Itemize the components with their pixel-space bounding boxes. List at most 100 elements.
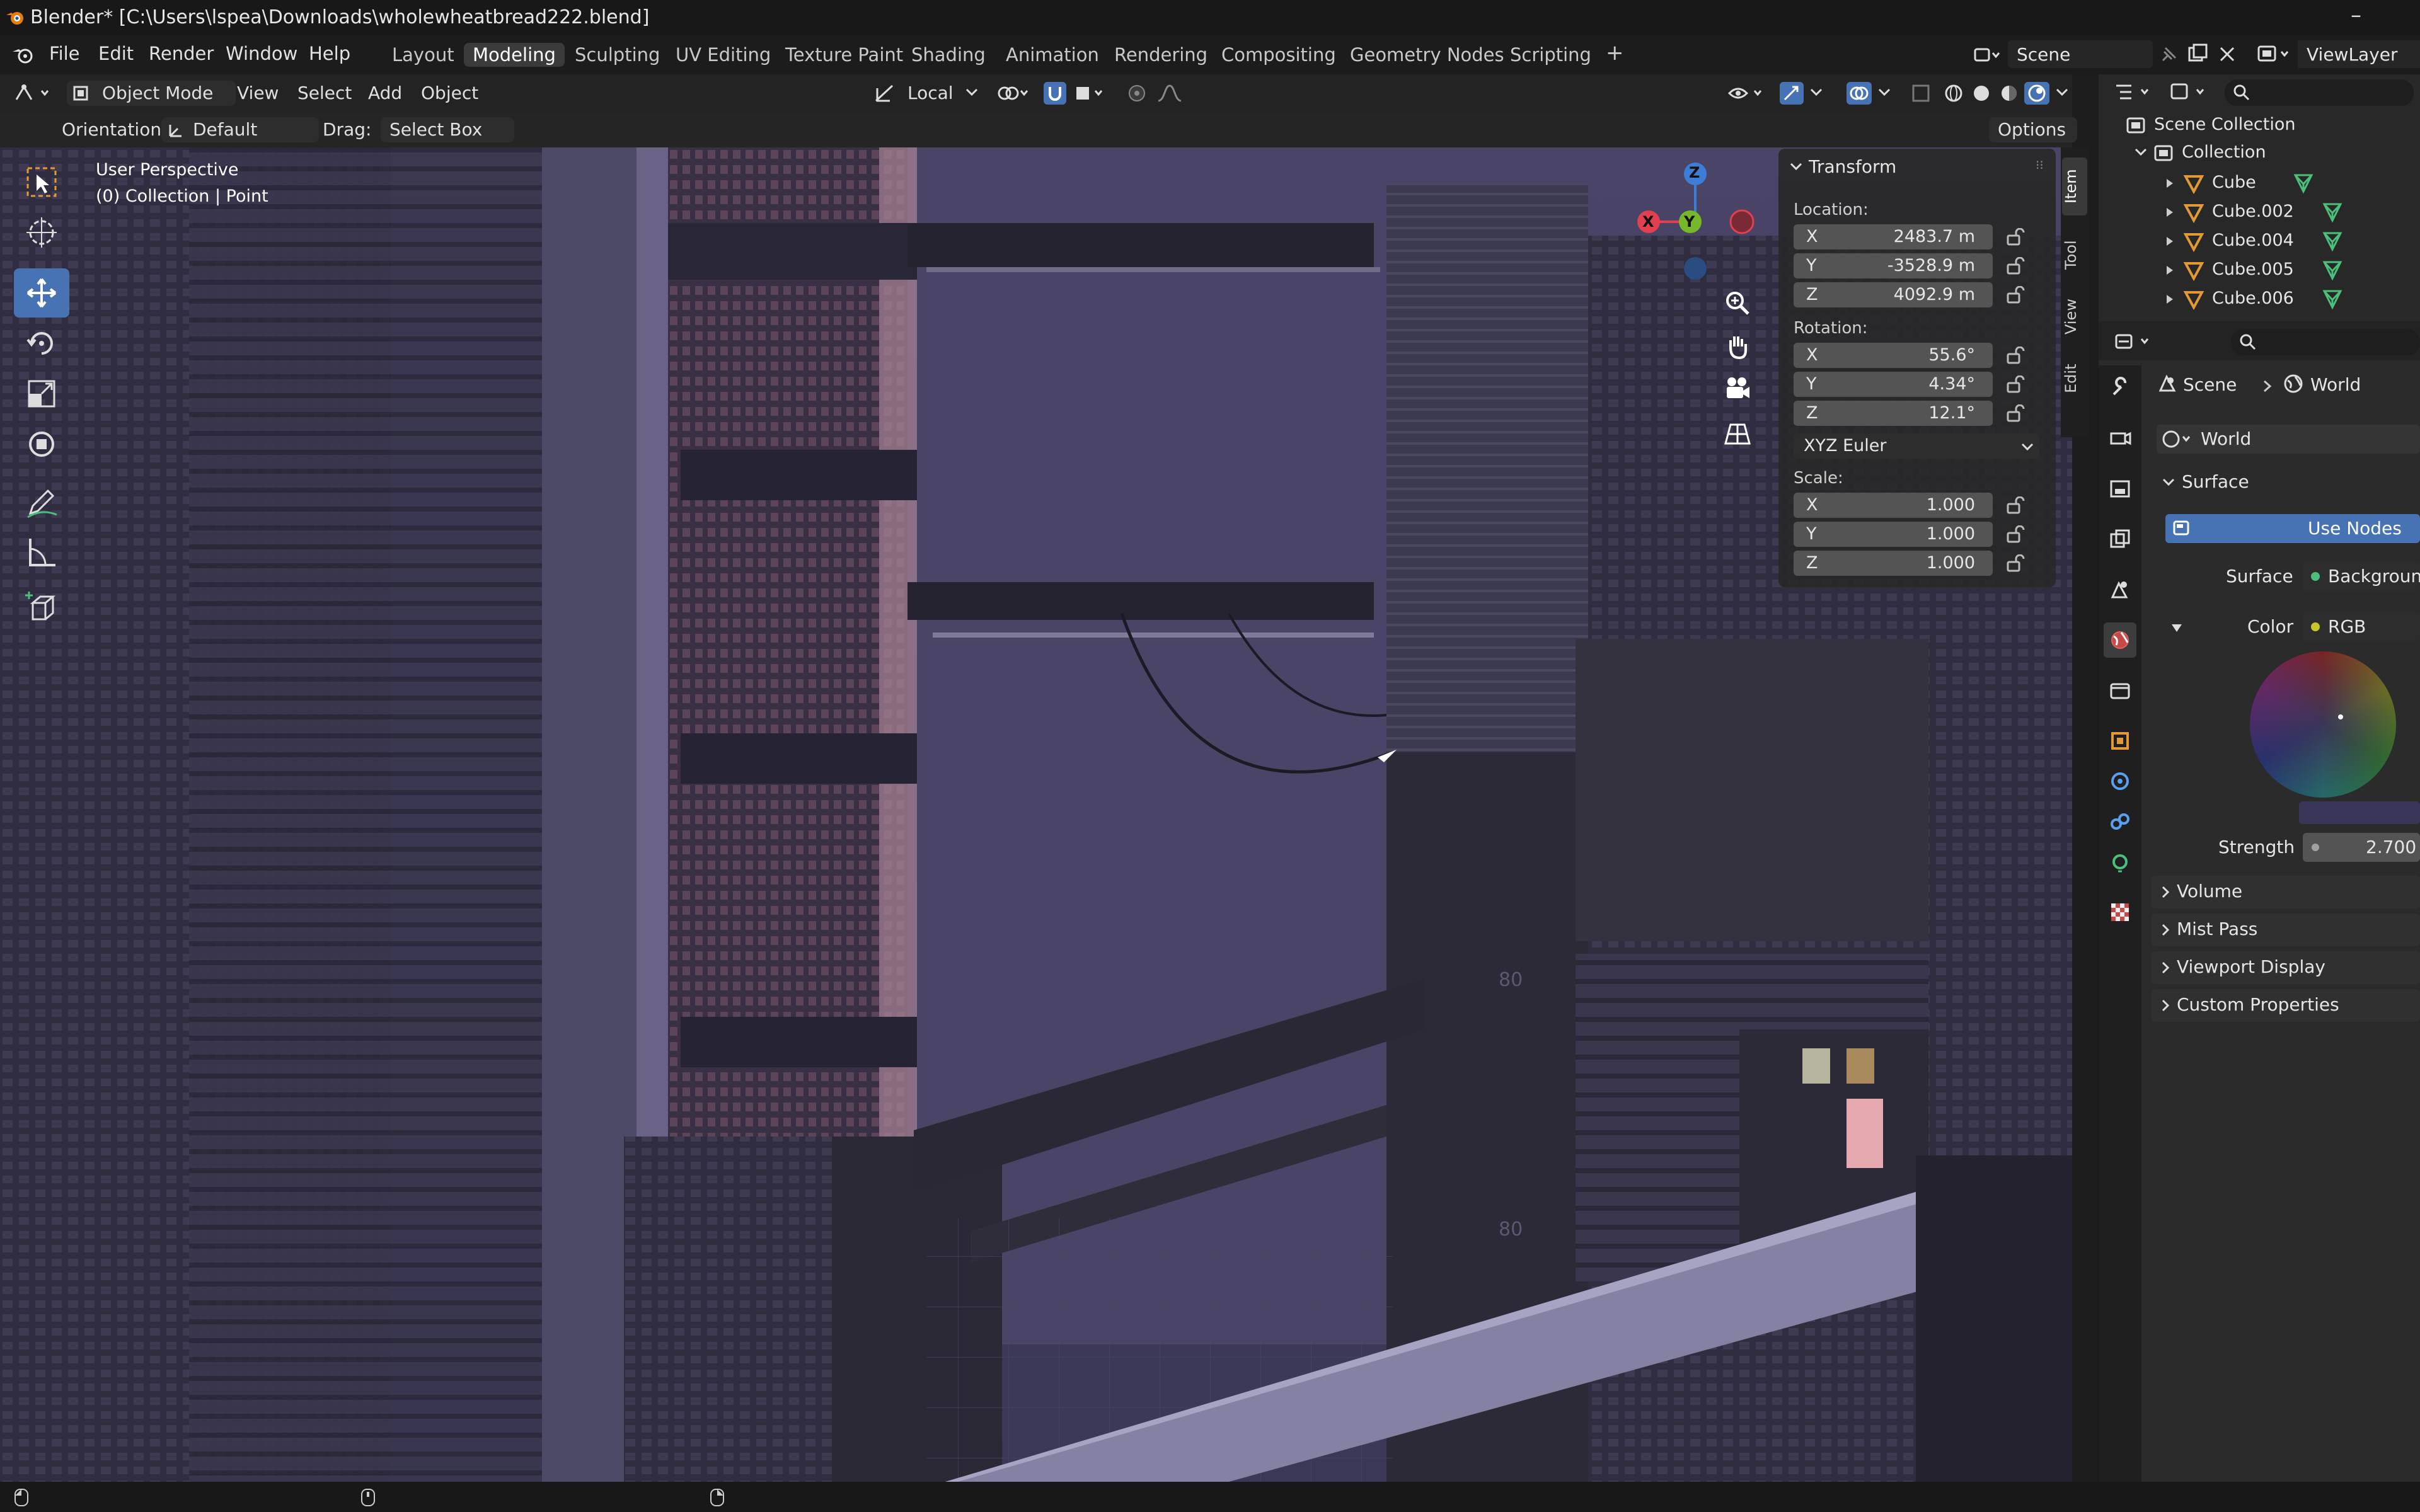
navigation-gizmo[interactable]: Z Y X bbox=[1626, 155, 1765, 300]
3d-viewport[interactable]: 80 80 bbox=[0, 147, 2072, 1482]
scale-x-field[interactable]: X 1.000 bbox=[1794, 493, 1993, 518]
color-value-slider[interactable] bbox=[2299, 801, 2420, 824]
visibility-eye-icon[interactable] bbox=[1727, 82, 1767, 105]
display-mode-icon[interactable] bbox=[2168, 81, 2212, 103]
expand-arrow-icon[interactable] bbox=[2170, 622, 2183, 634]
color-wheel[interactable] bbox=[2250, 651, 2396, 798]
solid-shading-icon[interactable] bbox=[1970, 82, 1993, 105]
snap-toggle[interactable] bbox=[1044, 82, 1066, 105]
panel-collapse-icon[interactable] bbox=[1789, 160, 1804, 174]
panel-collapse-icon[interactable] bbox=[2162, 476, 2175, 489]
constraints-tab-icon[interactable] bbox=[2109, 810, 2131, 833]
mode-dropdown[interactable]: Object Mode bbox=[67, 81, 236, 106]
tab-uv-editing[interactable]: UV Editing bbox=[667, 43, 780, 67]
cursor-tool[interactable] bbox=[14, 208, 69, 257]
physics-tab-icon[interactable] bbox=[2109, 770, 2131, 793]
location-y-field[interactable]: Y -3528.9 m bbox=[1794, 253, 1993, 278]
object-tab-icon[interactable] bbox=[2109, 730, 2131, 752]
scene-selector-icon[interactable] bbox=[1973, 44, 2002, 66]
add-workspace-button[interactable]: + bbox=[1597, 39, 1633, 67]
drag-handle-icon[interactable]: ⁝⁝ bbox=[2036, 158, 2044, 173]
scale-y-field[interactable]: Y 1.000 bbox=[1794, 522, 1993, 547]
zoom-icon[interactable] bbox=[1723, 289, 1752, 318]
output-tab-icon[interactable] bbox=[2109, 478, 2131, 500]
tab-compositing[interactable]: Compositing bbox=[1213, 43, 1345, 67]
object-data-tab-icon[interactable] bbox=[2109, 852, 2131, 874]
outliner-row[interactable]: Cube.005 bbox=[2099, 256, 2420, 285]
tab-sculpting[interactable]: Sculpting bbox=[566, 43, 669, 67]
menu-select[interactable]: Select bbox=[297, 81, 352, 106]
drag-dropdown[interactable]: Select Box bbox=[381, 117, 514, 142]
hand-pan-icon[interactable] bbox=[1723, 331, 1752, 360]
material-preview-icon[interactable] bbox=[1998, 82, 2020, 105]
scale-tool[interactable] bbox=[14, 369, 69, 418]
menu-render[interactable]: Render bbox=[149, 43, 214, 64]
falloff-curve-icon[interactable] bbox=[1156, 82, 1191, 105]
custom-properties-panel[interactable]: Custom Properties bbox=[2152, 989, 2420, 1022]
select-box-tool[interactable] bbox=[14, 158, 69, 207]
tab-layout[interactable]: Layout bbox=[383, 43, 463, 67]
surface-shader-dropdown[interactable]: Background bbox=[2303, 562, 2420, 591]
use-nodes-button[interactable]: Use Nodes bbox=[2165, 514, 2420, 543]
collection-tab-icon[interactable] bbox=[2109, 679, 2131, 702]
tab-modeling[interactable]: Modeling bbox=[464, 43, 565, 67]
scene-tab-icon[interactable] bbox=[2109, 578, 2131, 601]
expand-arrow-icon[interactable] bbox=[2164, 205, 2175, 219]
annotate-tool[interactable] bbox=[14, 478, 69, 527]
tab-rendering[interactable]: Rendering bbox=[1105, 43, 1216, 67]
expand-chevron-icon[interactable] bbox=[2134, 146, 2148, 159]
editor-type-icon[interactable] bbox=[13, 82, 57, 105]
tab-view[interactable]: View bbox=[2062, 290, 2087, 344]
tab-edit[interactable]: Edit bbox=[2062, 352, 2087, 406]
xray-icon[interactable] bbox=[1910, 82, 1932, 105]
world-tab[interactable] bbox=[2104, 622, 2136, 658]
tab-item[interactable]: Item bbox=[2062, 158, 2087, 215]
minimize-button[interactable]: – bbox=[2351, 3, 2361, 28]
expand-arrow-icon[interactable] bbox=[2164, 292, 2175, 306]
snap-target-icon[interactable] bbox=[1073, 82, 1108, 105]
lock-icon[interactable] bbox=[2005, 525, 2025, 543]
pin-icon[interactable] bbox=[2158, 44, 2179, 66]
gizmo-toggle[interactable] bbox=[1780, 82, 1804, 105]
tab-animation[interactable]: Animation bbox=[997, 43, 1108, 67]
chevron-down-icon[interactable] bbox=[1809, 86, 1824, 98]
texture-tab-icon[interactable] bbox=[2109, 901, 2131, 924]
rotate-tool[interactable] bbox=[14, 319, 69, 368]
color-wheel-cursor[interactable] bbox=[2338, 714, 2343, 719]
strength-field[interactable]: 2.700 bbox=[2303, 833, 2420, 862]
menu-window[interactable]: Window bbox=[226, 43, 297, 64]
lock-icon[interactable] bbox=[2005, 228, 2025, 246]
move-tool[interactable] bbox=[14, 268, 69, 318]
breadcrumb-scene[interactable]: Scene bbox=[2183, 374, 2237, 395]
tab-scripting[interactable]: Scripting bbox=[1501, 43, 1600, 67]
lock-icon[interactable] bbox=[2005, 404, 2025, 422]
close-icon[interactable] bbox=[2217, 44, 2237, 64]
measure-tool[interactable] bbox=[14, 528, 69, 577]
expand-arrow-icon[interactable] bbox=[2164, 176, 2175, 190]
options-dropdown[interactable]: Options bbox=[1989, 117, 2077, 142]
scene-name-field[interactable]: Scene bbox=[2008, 40, 2153, 68]
tab-texture-paint[interactable]: Texture Paint bbox=[776, 43, 912, 67]
menu-object[interactable]: Object bbox=[421, 81, 478, 106]
render-tab-icon[interactable] bbox=[2109, 427, 2131, 450]
outliner-row[interactable]: Cube.002 bbox=[2099, 198, 2420, 227]
proportional-editing-icon[interactable] bbox=[1126, 82, 1148, 105]
menu-add[interactable]: Add bbox=[368, 81, 402, 106]
new-scene-icon[interactable] bbox=[2187, 43, 2210, 66]
location-x-field[interactable]: X 2483.7 m bbox=[1794, 224, 1993, 249]
scene-collection-label[interactable]: Scene Collection bbox=[2154, 115, 2295, 134]
outliner-row[interactable]: Cube.006 bbox=[2099, 285, 2420, 314]
rendered-shading-toggle[interactable] bbox=[2024, 82, 2049, 105]
overlays-toggle[interactable] bbox=[1847, 82, 1872, 105]
expand-arrow-icon[interactable] bbox=[2164, 234, 2175, 248]
collection-label[interactable]: Collection bbox=[2182, 142, 2266, 162]
viewport-display-panel[interactable]: Viewport Display bbox=[2152, 951, 2420, 984]
transform-space-dropdown[interactable]: Local bbox=[908, 81, 954, 106]
blender-menu-icon[interactable] bbox=[11, 45, 34, 66]
chevron-down-icon[interactable] bbox=[2054, 86, 2070, 98]
menu-help[interactable]: Help bbox=[309, 43, 350, 64]
mist-pass-panel[interactable]: Mist Pass bbox=[2152, 914, 2420, 946]
menu-view[interactable]: View bbox=[237, 81, 279, 106]
rotation-z-field[interactable]: Z 12.1° bbox=[1794, 401, 1993, 426]
chevron-down-icon[interactable] bbox=[1877, 86, 1892, 98]
